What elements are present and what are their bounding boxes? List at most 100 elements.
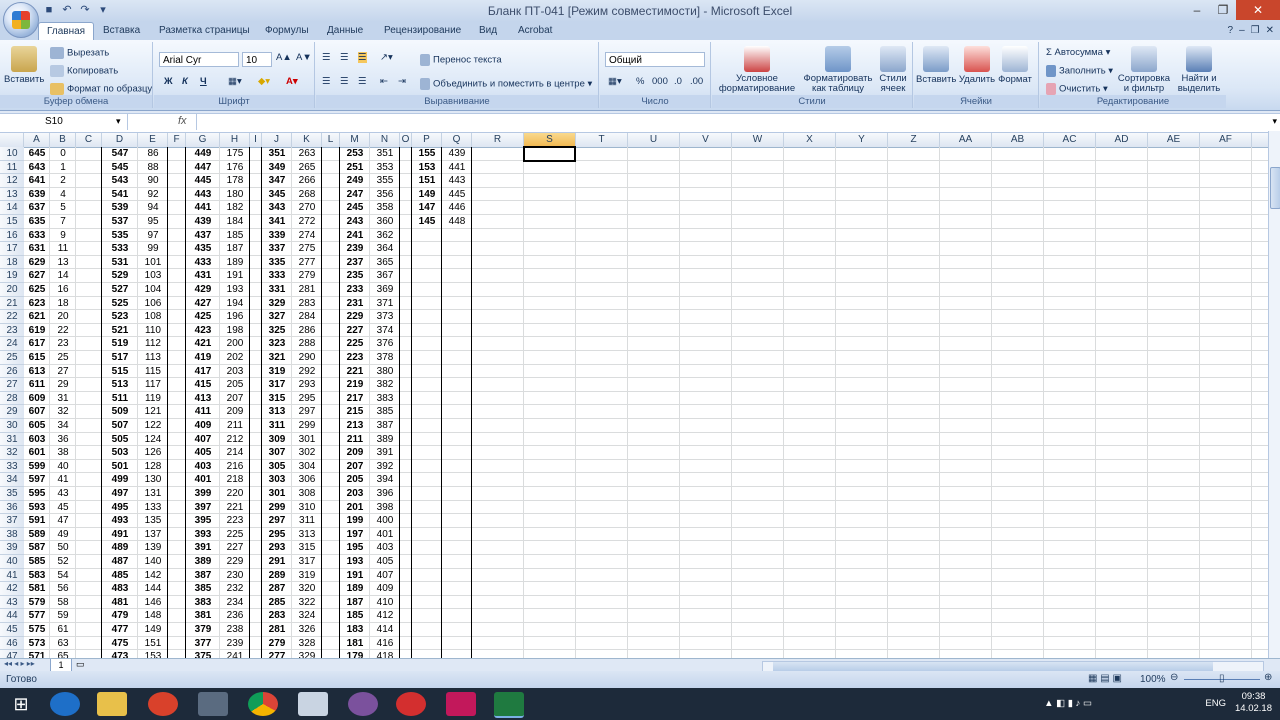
cell[interactable]: 238 <box>220 623 250 637</box>
cell[interactable]: 525 <box>102 297 138 311</box>
cell[interactable]: 419 <box>186 351 220 365</box>
column-header[interactable]: Z <box>888 133 940 147</box>
cell[interactable]: 301 <box>292 433 322 447</box>
row-header[interactable]: 10 <box>0 147 24 161</box>
cell[interactable]: 147 <box>412 201 442 215</box>
cell[interactable]: 117 <box>138 378 168 392</box>
row-header[interactable]: 41 <box>0 568 24 583</box>
cell[interactable]: 487 <box>102 555 138 569</box>
cell[interactable]: 433 <box>186 256 220 270</box>
cell[interactable]: 249 <box>340 174 370 188</box>
cell[interactable]: 195 <box>340 541 370 555</box>
cell[interactable]: 286 <box>292 324 322 338</box>
expand-formula-icon[interactable]: ▾ <box>1272 116 1277 127</box>
row-header[interactable]: 40 <box>0 555 24 569</box>
cell[interactable]: 232 <box>220 582 250 596</box>
column-header[interactable]: J <box>262 133 292 147</box>
tab-review[interactable]: Рецензирование <box>384 25 461 36</box>
cell[interactable]: 187 <box>340 596 370 610</box>
cell[interactable]: 341 <box>262 215 292 229</box>
cell[interactable]: 418 <box>370 650 400 658</box>
cell[interactable]: 18 <box>50 297 76 311</box>
row-header[interactable]: 21 <box>0 296 24 311</box>
cell[interactable]: 587 <box>24 541 50 555</box>
cell[interactable]: 509 <box>102 405 138 419</box>
cell[interactable]: 133 <box>138 501 168 515</box>
cell[interactable]: 573 <box>24 637 50 651</box>
cell[interactable]: 211 <box>220 419 250 433</box>
cell[interactable]: 431 <box>186 269 220 283</box>
cell[interactable]: 41 <box>50 473 76 487</box>
cell[interactable]: 398 <box>370 501 400 515</box>
cell[interactable]: 601 <box>24 446 50 460</box>
row-header[interactable]: 11 <box>0 160 24 175</box>
cell[interactable]: 115 <box>138 365 168 379</box>
cell[interactable]: 571 <box>24 650 50 658</box>
cell[interactable]: 473 <box>102 650 138 658</box>
align-left-icon[interactable]: ☰ <box>322 76 331 87</box>
cell[interactable]: 448 <box>442 215 472 229</box>
cell[interactable]: 331 <box>262 283 292 297</box>
cell[interactable]: 112 <box>138 337 168 351</box>
row-header[interactable]: 42 <box>0 582 24 596</box>
cell[interactable]: 139 <box>138 541 168 555</box>
merge-center-button[interactable]: Объединить и поместить в центре ▾ <box>420 78 592 90</box>
cell[interactable]: 389 <box>186 555 220 569</box>
cell[interactable]: 295 <box>292 392 322 406</box>
thousands-button[interactable]: 000 <box>652 76 668 87</box>
cell[interactable]: 353 <box>370 161 400 175</box>
cell[interactable]: 545 <box>102 161 138 175</box>
cell[interactable]: 205 <box>220 378 250 392</box>
cell[interactable]: 303 <box>262 473 292 487</box>
cell[interactable]: 281 <box>262 623 292 637</box>
zoom-out-icon[interactable]: ⊖ <box>1170 672 1178 683</box>
cell[interactable]: 403 <box>370 541 400 555</box>
cell[interactable]: 380 <box>370 365 400 379</box>
cell[interactable]: 281 <box>292 283 322 297</box>
cell[interactable]: 603 <box>24 433 50 447</box>
number-format-select[interactable]: Общий <box>605 52 705 67</box>
cell[interactable]: 309 <box>262 433 292 447</box>
cell[interactable]: 34 <box>50 419 76 433</box>
row-header[interactable]: 45 <box>0 623 24 637</box>
cell-styles-button[interactable]: Стили ячеек <box>876 46 910 94</box>
cell[interactable]: 493 <box>102 514 138 528</box>
cell[interactable]: 446 <box>442 201 472 215</box>
cell[interactable]: 441 <box>186 201 220 215</box>
sheet-nav-icons[interactable]: ◂◂ ◂ ▸ ▸▸ <box>4 659 35 668</box>
cell[interactable]: 405 <box>186 446 220 460</box>
cell[interactable]: 247 <box>340 188 370 202</box>
cell[interactable]: 215 <box>340 405 370 419</box>
cell[interactable]: 241 <box>220 650 250 658</box>
tab-formulas[interactable]: Формулы <box>265 25 309 36</box>
cell[interactable]: 239 <box>220 637 250 651</box>
cell[interactable]: 329 <box>292 650 322 658</box>
cell[interactable]: 416 <box>370 637 400 651</box>
cell[interactable]: 409 <box>186 419 220 433</box>
cell[interactable]: 277 <box>262 650 292 658</box>
tab-insert[interactable]: Вставка <box>103 25 140 36</box>
cell[interactable]: 285 <box>262 596 292 610</box>
cell[interactable]: 221 <box>220 501 250 515</box>
column-header[interactable]: K <box>292 133 322 147</box>
cell[interactable]: 579 <box>24 596 50 610</box>
cell[interactable]: 375 <box>186 650 220 658</box>
row-header[interactable]: 18 <box>0 255 24 270</box>
column-header[interactable]: W <box>732 133 784 147</box>
cell[interactable]: 360 <box>370 215 400 229</box>
cell[interactable]: 29 <box>50 378 76 392</box>
column-header[interactable]: Q <box>442 133 472 147</box>
row-header[interactable]: 16 <box>0 228 24 243</box>
cell[interactable]: 617 <box>24 337 50 351</box>
cell[interactable]: 189 <box>340 582 370 596</box>
cell[interactable]: 351 <box>370 147 400 161</box>
view-buttons-icon[interactable]: ▦ ▤ ▣ <box>1088 673 1122 684</box>
cell[interactable]: 122 <box>138 419 168 433</box>
cell[interactable]: 483 <box>102 582 138 596</box>
cell[interactable]: 315 <box>262 392 292 406</box>
cell[interactable]: 529 <box>102 269 138 283</box>
cell[interactable]: 153 <box>138 650 168 658</box>
cell[interactable]: 231 <box>340 297 370 311</box>
cell[interactable]: 287 <box>262 582 292 596</box>
cell[interactable]: 219 <box>340 378 370 392</box>
